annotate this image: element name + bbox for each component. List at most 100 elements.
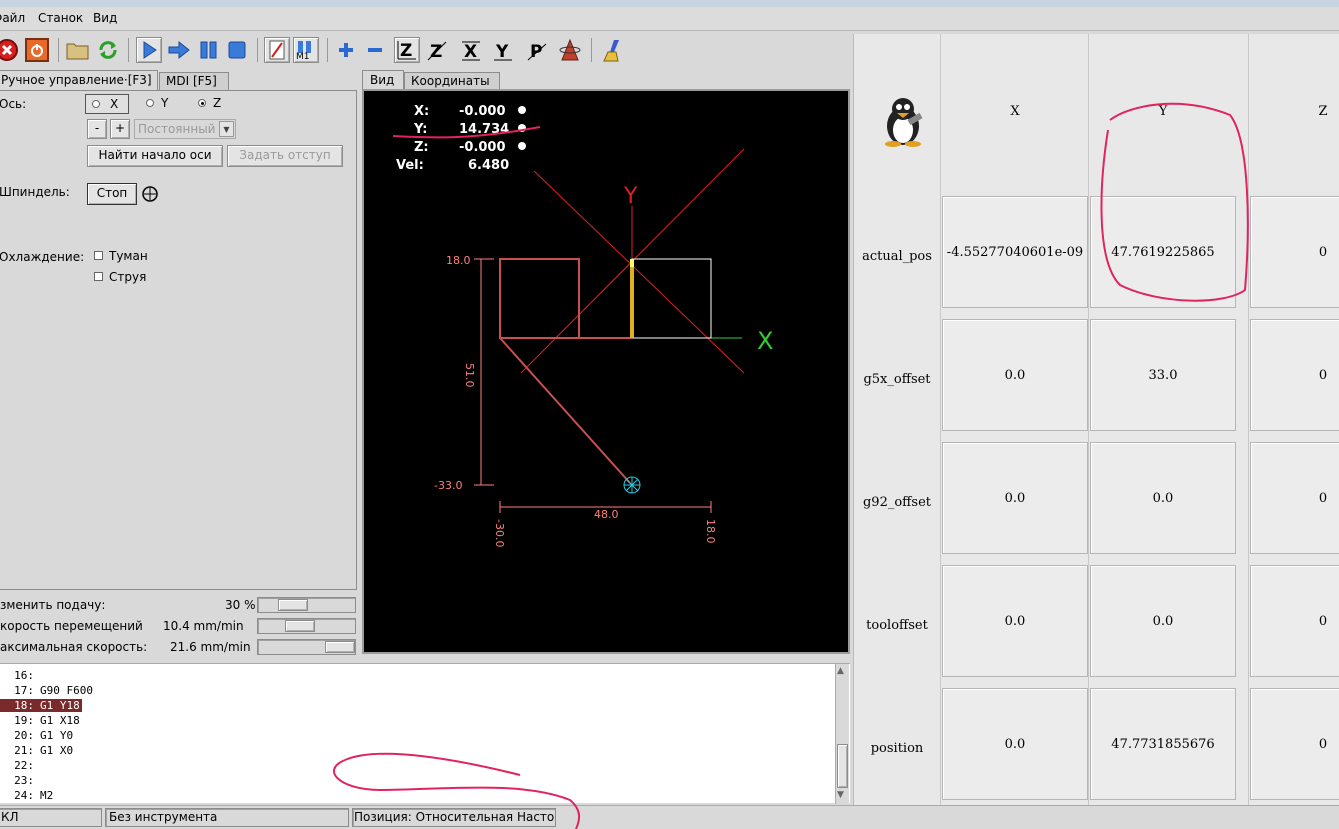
table-cell[interactable]: 0.0 — [1090, 565, 1236, 677]
table-grid-line — [1088, 34, 1089, 805]
table-cell[interactable]: 0 — [1250, 319, 1339, 431]
open-icon[interactable] — [66, 40, 90, 60]
menu-view[interactable]: Вид — [93, 11, 117, 25]
table-cell[interactable]: 0.0 — [942, 319, 1088, 431]
gcode-line[interactable]: 16: — [0, 669, 40, 684]
zoom-in-icon[interactable] — [335, 40, 357, 60]
slider-thumb[interactable] — [325, 641, 355, 653]
zoom-out-icon[interactable] — [364, 40, 386, 60]
feed-override-label: зменить подачу: — [0, 598, 106, 612]
menu-file[interactable]: Файл — [0, 11, 25, 25]
max-velocity-slider[interactable] — [257, 639, 356, 655]
axis-y-radio[interactable]: Y — [144, 94, 188, 114]
home-axis-button[interactable]: Найти начало оси — [87, 145, 223, 167]
table-cell[interactable]: 47.7731855676 — [1090, 688, 1236, 800]
tab-preview[interactable]: Вид — [362, 70, 404, 90]
table-cell[interactable]: -4.55277040601e-09 — [942, 196, 1088, 308]
table-cell[interactable]: 0.0 — [942, 565, 1088, 677]
dro-z-value: -0.000 — [459, 140, 506, 155]
manual-panel: Ось: X Y Z - + Постоянный ▼ Найти начало… — [0, 90, 357, 590]
table-cell-text: 0.0 — [1152, 613, 1174, 629]
view-p-icon[interactable]: P — [525, 39, 549, 63]
run-icon[interactable] — [136, 37, 162, 63]
m1-label: M1 — [296, 52, 310, 62]
column-header-y-text: Y — [1158, 103, 1168, 119]
axis-z-radio[interactable]: Z — [196, 94, 240, 114]
table-cell[interactable]: 0 — [1250, 196, 1339, 308]
axis-x-radio[interactable]: X — [85, 94, 129, 114]
mist-checkbox[interactable] — [94, 251, 103, 260]
feed-override-slider[interactable] — [257, 597, 356, 613]
dro-vel-label: Vel: — [396, 158, 424, 173]
slider-thumb[interactable] — [278, 599, 308, 611]
table-cell[interactable]: 33.0 — [1090, 319, 1236, 431]
table-cell[interactable]: 0.0 — [942, 688, 1088, 800]
gcode-listing[interactable]: 16: 17: G90 F600 18: G1 Y18 19: G1 X18 20: G1 Y0… — [0, 663, 850, 804]
gcode-line-number: 16: — [14, 669, 34, 682]
toolbar-separator — [257, 38, 258, 62]
row-label-tooloffset-text: tooloffset — [866, 617, 928, 633]
power-icon[interactable] — [25, 38, 49, 62]
jog-mode-select[interactable]: Постоянный ▼ — [134, 119, 236, 139]
gcode-line[interactable]: 23: — [0, 774, 40, 789]
jog-speed-slider[interactable] — [257, 618, 356, 634]
table-cell-text: 0.0 — [1004, 490, 1026, 506]
scroll-up-icon[interactable]: ▲ — [837, 666, 844, 676]
scroll-down-icon[interactable]: ▼ — [837, 790, 844, 800]
gcode-line[interactable]: 19: G1 X18 — [0, 714, 80, 729]
jog-plus-button[interactable]: + — [110, 119, 130, 139]
row-label-position-text: position — [870, 740, 924, 756]
table-cell[interactable]: 47.7619225865 — [1090, 196, 1236, 308]
gcode-line[interactable]: 24: M2 — [0, 789, 53, 804]
table-cell[interactable]: 0 — [1250, 565, 1339, 677]
table-cell-text: 0.0 — [1004, 613, 1026, 629]
column-header-y: Y — [1090, 36, 1236, 186]
blockdelete-icon[interactable] — [264, 37, 290, 63]
tab-coordinates[interactable]: Координаты — [404, 72, 500, 90]
slider-thumb[interactable] — [285, 620, 315, 632]
feed-override-row: зменить подачу: 30 % — [0, 596, 357, 616]
view-z-icon[interactable]: Z — [394, 37, 420, 63]
view-y-icon[interactable]: Y — [491, 39, 515, 63]
tab-manual[interactable]: Ручное управление·[F3] — [0, 70, 158, 90]
gcode-line[interactable]: 18: G1 Y18 — [0, 699, 82, 714]
clear-plot-icon[interactable] — [600, 38, 624, 64]
gcode-line[interactable]: 20: G1 Y0 — [0, 729, 73, 744]
table-cell[interactable]: 0.0 — [942, 442, 1088, 554]
table-cell[interactable]: 0 — [1250, 688, 1339, 800]
gcode-line[interactable]: 21: G1 X0 — [0, 744, 73, 759]
jog-minus-button[interactable]: - — [87, 119, 107, 139]
gcode-line[interactable]: 22: — [0, 759, 40, 774]
tab-mdi[interactable]: MDI [F5] — [159, 72, 229, 90]
table-cell-text: 0.0 — [1152, 490, 1174, 506]
view-x-icon[interactable]: X — [459, 39, 483, 63]
preview-canvas[interactable]: X: -0.000 Y: 14.734 Z: -0.000 Vel: 6.480… — [362, 89, 850, 654]
row-label-g5x-offset: g5x_offset — [854, 319, 940, 439]
table-cell[interactable]: 0.0 — [1090, 442, 1236, 554]
homed-icon — [518, 106, 526, 150]
reload-icon[interactable] — [96, 38, 120, 62]
menu-machine[interactable]: Станок — [38, 11, 83, 25]
dro-x-value: -0.000 — [459, 104, 506, 119]
step-icon[interactable] — [167, 39, 191, 61]
touch-off-button[interactable]: Задать отступ — [227, 145, 343, 167]
estop-icon[interactable] — [0, 39, 18, 61]
spindle-stop-button[interactable]: Стоп — [87, 183, 137, 205]
dro-z-axis: Z: — [414, 140, 429, 155]
tab-mdi-label: MDI [F5] — [166, 74, 217, 88]
rotate-icon[interactable] — [558, 38, 582, 64]
table-cell[interactable]: 0 — [1250, 442, 1339, 554]
optional-stop-icon[interactable]: M1 — [293, 37, 319, 63]
flood-checkbox[interactable] — [94, 272, 103, 281]
stop-icon[interactable] — [227, 40, 249, 60]
toolbar-separator — [58, 38, 59, 62]
toolpath-plot: X: -0.000 Y: 14.734 Z: -0.000 Vel: 6.480… — [396, 104, 773, 547]
view-z2-icon[interactable]: Z — [425, 39, 449, 63]
pause-icon[interactable] — [198, 40, 220, 60]
spindle-direction-icon[interactable] — [141, 185, 161, 205]
axis-y-label: Y — [161, 96, 169, 110]
gcode-line[interactable]: 17: G90 F600 — [0, 684, 93, 699]
scroll-thumb[interactable] — [837, 744, 848, 788]
gcode-scrollbar[interactable]: ▲ ▼ — [835, 664, 849, 804]
row-label-g92-offset: g92_offset — [854, 442, 940, 562]
